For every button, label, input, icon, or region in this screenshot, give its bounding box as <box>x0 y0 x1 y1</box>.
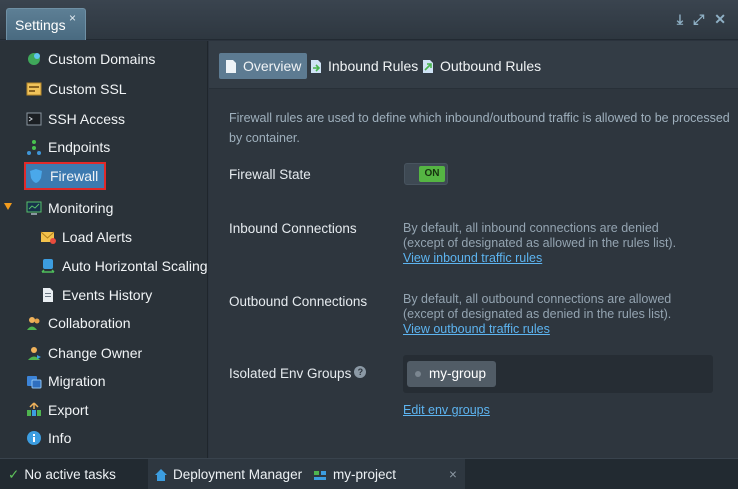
tab-label: Inbound Rules <box>328 58 419 74</box>
sidebar-item-auto-horizontal-scaling[interactable]: Auto Horizontal Scaling <box>40 254 208 278</box>
firewall-description: Firewall rules are used to define which … <box>229 111 730 145</box>
sidebar-item-label: Migration <box>48 373 106 389</box>
firewall-tabs: Overview Inbound Rules Outbound Rules <box>209 41 738 89</box>
window-controls: ⤓ ⤢ ✕ <box>677 11 726 28</box>
view-outbound-rules-link[interactable]: View outbound traffic rules <box>403 322 550 336</box>
env-groups-box: my-group <box>403 355 713 393</box>
inbound-text-1: By default, all inbound connections are … <box>403 221 659 235</box>
inbound-text-2: (except of designated as allowed in the … <box>403 236 677 250</box>
sidebar-item-label: Custom SSL <box>48 81 127 97</box>
settings-sidebar: Custom Domains Custom SSL SSH Access End… <box>0 41 208 458</box>
env-group-name: my-group <box>429 366 487 381</box>
change-owner-icon <box>26 345 42 361</box>
close-icon[interactable]: × <box>69 11 76 25</box>
sidebar-item-label: Info <box>48 430 72 446</box>
sidebar-item-firewall[interactable]: Firewall <box>24 162 107 190</box>
terminal-icon <box>26 111 42 127</box>
tab-outbound-rules[interactable]: Outbound Rules <box>416 53 547 79</box>
document-icon <box>225 59 237 74</box>
scaling-icon <box>40 258 56 274</box>
sidebar-item-export[interactable]: Export <box>26 398 88 422</box>
export-icon <box>26 402 42 418</box>
home-icon <box>154 468 168 482</box>
sidebar-item-info[interactable]: Info <box>26 426 71 450</box>
sidebar-item-label: Endpoints <box>48 139 111 155</box>
sidebar-item-monitoring[interactable]: Monitoring <box>26 196 113 220</box>
inbound-connections-info: By default, all inbound connections are … <box>403 221 733 266</box>
tab-label: Overview <box>243 58 302 74</box>
check-icon: ✓ <box>8 466 20 482</box>
sidebar-item-collaboration[interactable]: Collaboration <box>26 311 131 335</box>
sidebar-item-label: Export <box>48 402 89 418</box>
inbound-connections-label: Inbound Connections <box>229 221 357 236</box>
download-icon[interactable]: ⤓ <box>677 11 683 28</box>
edit-env-groups-link[interactable]: Edit env groups <box>403 403 490 417</box>
firewall-panel: Overview Inbound Rules Outbound Rules Fi… <box>209 41 738 458</box>
project-label: my-project <box>333 467 397 482</box>
sidebar-item-label: Events History <box>62 287 153 303</box>
collapse-triangle-icon[interactable] <box>4 203 12 210</box>
maximize-icon[interactable]: ⤢ <box>693 11 704 28</box>
title-bar: Settings × ⤓ ⤢ ✕ <box>0 0 738 40</box>
close-project-icon[interactable]: × <box>449 467 457 482</box>
firewall-state-label: Firewall State <box>229 167 311 182</box>
isolated-env-groups-text: Isolated Env Groups <box>229 366 352 381</box>
endpoints-icon <box>26 139 42 155</box>
tasks-status[interactable]: ✓ No active tasks <box>8 459 116 489</box>
env-group-chip[interactable]: my-group <box>407 361 497 387</box>
tab-overview[interactable]: Overview <box>219 53 308 79</box>
sidebar-item-migration[interactable]: Migration <box>26 369 106 393</box>
domains-icon <box>26 51 42 67</box>
sidebar-item-label: Change Owner <box>48 345 143 361</box>
outbound-text-2: (except of designated as denied in the r… <box>403 307 672 321</box>
tasks-status-text: No active tasks <box>24 467 116 482</box>
tab-settings[interactable]: Settings × <box>6 8 86 40</box>
users-icon <box>26 315 42 331</box>
tab-inbound-rules[interactable]: Inbound Rules <box>304 53 424 79</box>
sidebar-item-load-alerts[interactable]: Load Alerts <box>40 225 132 249</box>
sidebar-item-custom-ssl[interactable]: Custom SSL <box>26 77 127 101</box>
toggle-on-label: ON <box>419 166 445 182</box>
sidebar-item-endpoints[interactable]: Endpoints <box>26 135 110 159</box>
info-icon <box>26 430 42 446</box>
sidebar-item-label: Custom Domains <box>48 51 156 67</box>
sidebar-item-label: Firewall <box>50 168 99 184</box>
sidebar-item-label: Auto Horizontal Scaling <box>62 258 208 274</box>
sidebar-item-custom-domains[interactable]: Custom Domains <box>26 47 155 71</box>
close-window-icon[interactable]: ✕ <box>714 11 726 28</box>
settings-tab-label: Settings <box>15 17 66 33</box>
view-inbound-rules-link[interactable]: View inbound traffic rules <box>403 251 542 265</box>
group-dot-icon <box>415 371 421 377</box>
project-tab[interactable]: my-project × <box>305 459 465 489</box>
deployment-manager-label: Deployment Manager <box>173 467 303 482</box>
sidebar-item-label: Collaboration <box>48 315 131 331</box>
isolated-env-groups-label: Isolated Env Groups? <box>229 366 367 381</box>
project-icon <box>313 468 327 482</box>
firewall-state-toggle[interactable]: ON <box>404 163 448 185</box>
tab-label: Outbound Rules <box>440 58 542 74</box>
mail-alert-icon <box>40 229 56 245</box>
outbound-text-1: By default, all outbound connections are… <box>403 292 672 306</box>
monitor-icon <box>26 200 42 216</box>
sidebar-item-events-history[interactable]: Events History <box>40 283 152 307</box>
deployment-manager-tab[interactable]: Deployment Manager <box>148 459 309 489</box>
outbound-connections-info: By default, all outbound connections are… <box>403 292 733 337</box>
outbound-rules-icon <box>422 59 434 74</box>
sidebar-item-label: Monitoring <box>48 200 114 216</box>
status-bar: ✓ No active tasks Deployment Manager my-… <box>0 458 738 489</box>
document-icon <box>40 287 56 303</box>
sidebar-item-label: Load Alerts <box>62 229 133 245</box>
help-icon[interactable]: ? <box>354 366 367 378</box>
migration-icon <box>26 373 42 389</box>
outbound-connections-label: Outbound Connections <box>229 294 368 309</box>
sidebar-item-label: SSH Access <box>48 111 126 127</box>
inbound-rules-icon <box>310 59 322 74</box>
sidebar-item-ssh-access[interactable]: SSH Access <box>26 107 125 131</box>
sidebar-item-change-owner[interactable]: Change Owner <box>26 341 142 365</box>
ssl-certificate-icon <box>26 81 42 97</box>
shield-icon <box>28 168 44 184</box>
